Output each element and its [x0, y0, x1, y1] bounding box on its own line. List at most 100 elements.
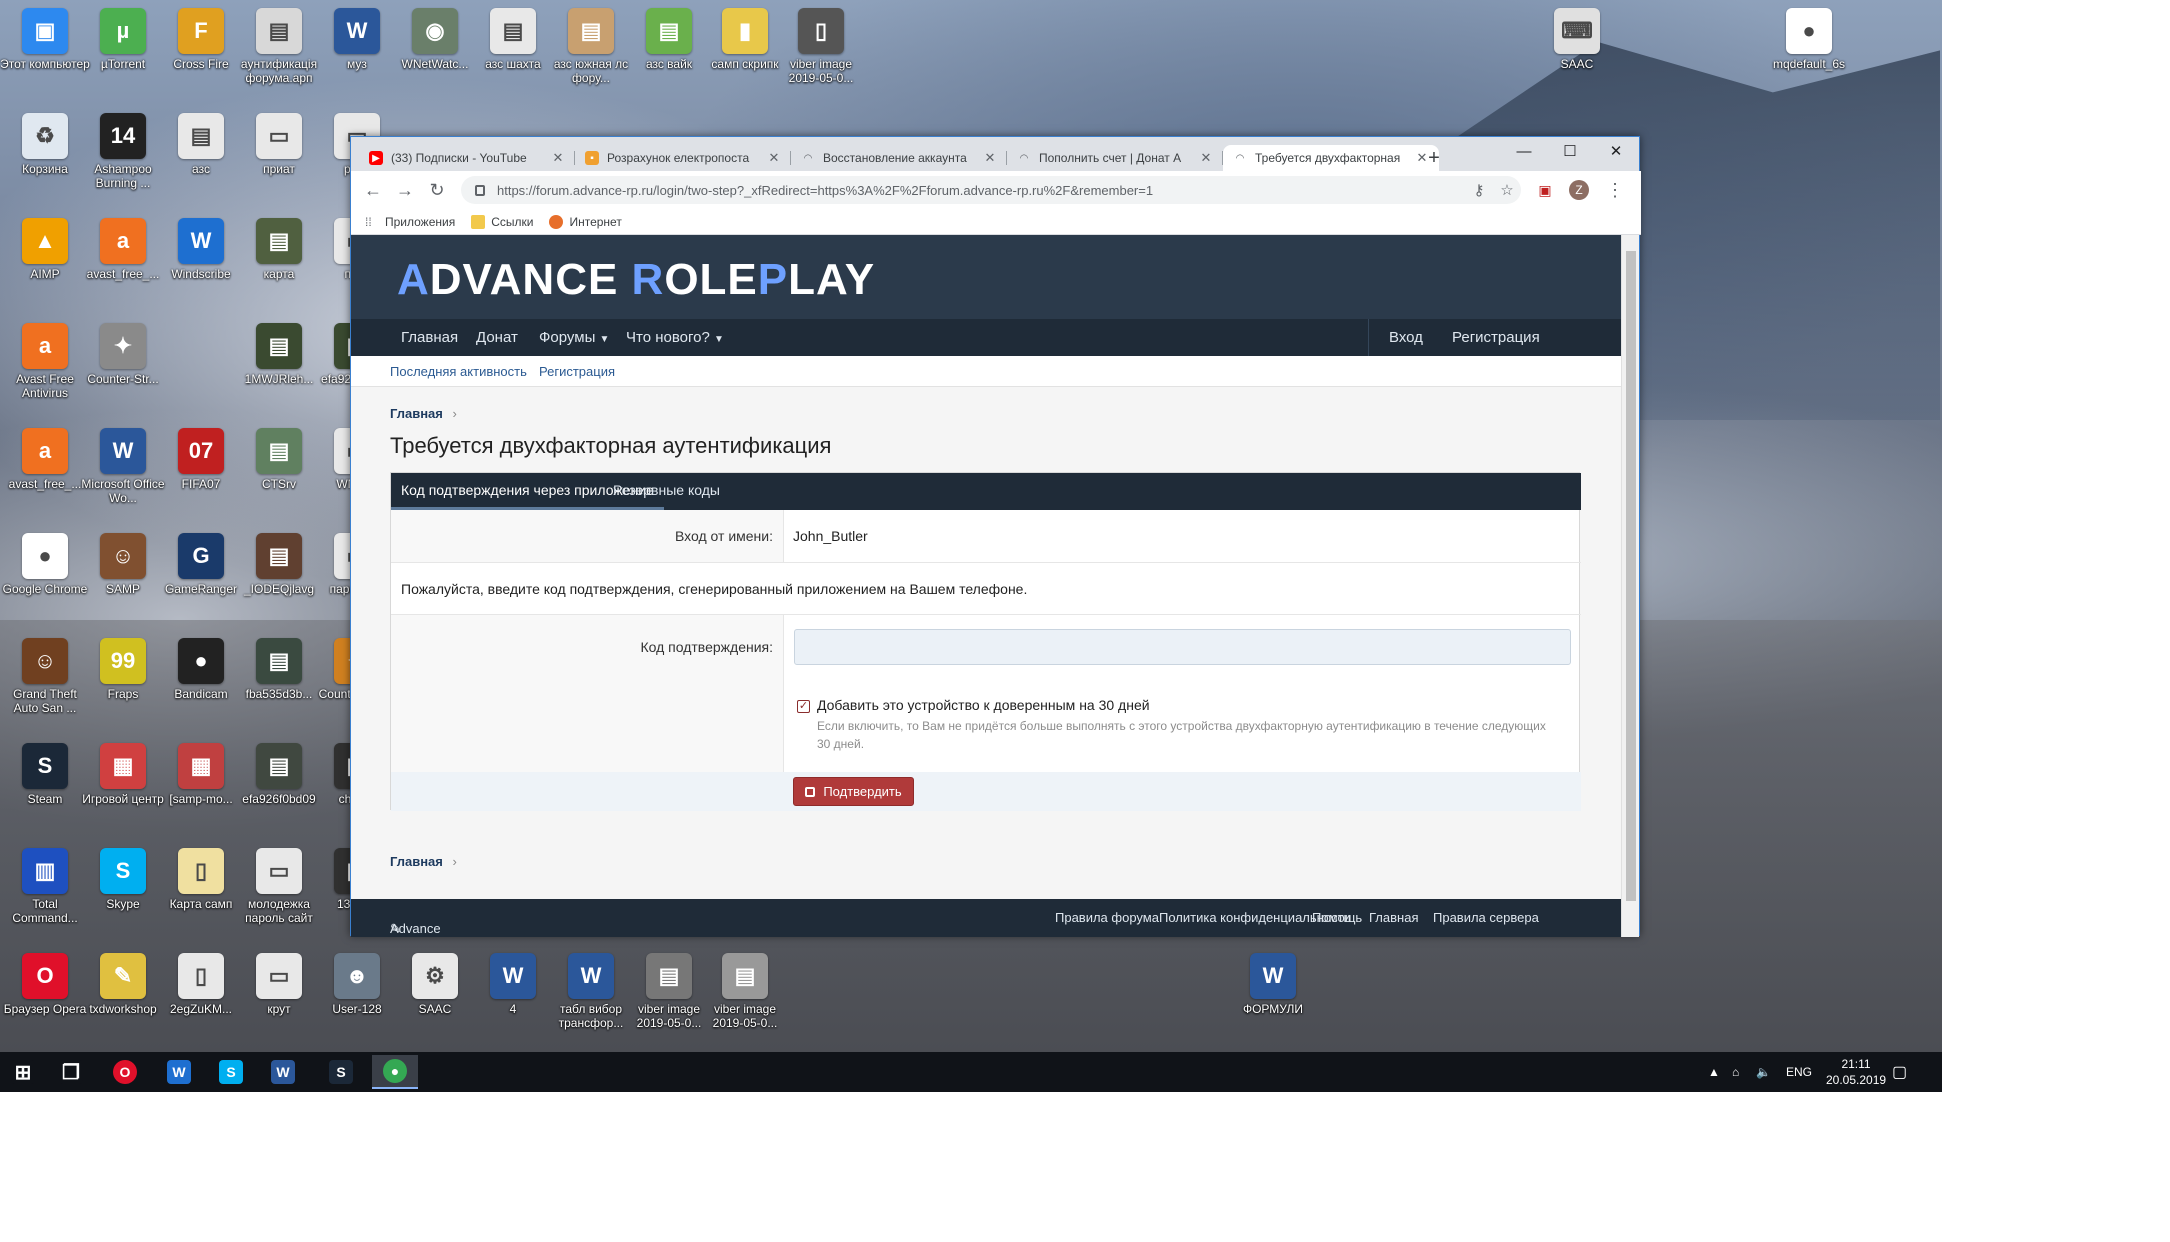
desktop-icon-utorrent[interactable]: µ µTorrent: [78, 8, 168, 71]
volume-icon[interactable]: 🔈: [1756, 1052, 1771, 1092]
desktop-icon-azs[interactable]: ▤ азс: [156, 113, 246, 176]
desktop-icon-this-pc[interactable]: ▣ Этот компьютер: [0, 8, 90, 71]
desktop-icon-ms-office[interactable]: W Microsoft Office Wo...: [78, 428, 168, 505]
desktop-icon-formuli[interactable]: W ФОРМУЛИ: [1228, 953, 1318, 1016]
scrollbar-thumb[interactable]: [1626, 251, 1636, 901]
desktop-icon-user128[interactable]: ☻ User-128: [312, 953, 402, 1016]
desktop-icon-saac-top[interactable]: ⌨ SAAC: [1532, 8, 1622, 71]
desktop-icon-viber-1[interactable]: ▯ viber image 2019-05-0...: [776, 8, 866, 85]
forward-button[interactable]: →: [393, 178, 417, 202]
footer-link-server-rules[interactable]: Правила сервера: [1433, 910, 1539, 925]
footer-link-rules[interactable]: Правила форума: [1055, 910, 1159, 925]
nav-donate[interactable]: Донат: [476, 319, 518, 356]
desktop-icon-avast-antivirus[interactable]: a Avast Free Antivirus: [0, 323, 90, 400]
footer-link-home[interactable]: Главная: [1369, 910, 1418, 925]
tray-expand-icon[interactable]: ▲: [1708, 1052, 1720, 1092]
back-button[interactable]: ←: [361, 178, 385, 202]
taskbar-start[interactable]: ⊞: [0, 1055, 46, 1089]
browser-tab[interactable]: ◠ Требуется двухфакторная ✕: [1223, 145, 1439, 171]
desktop-icon-wnetwatch[interactable]: ◉ WNetWatc...: [390, 8, 480, 71]
minimize-button[interactable]: —: [1501, 137, 1547, 167]
taskbar-task-view[interactable]: ❐: [48, 1055, 94, 1089]
desktop-icon-google-chrome[interactable]: ● Google Chrome: [0, 533, 90, 596]
close-tab-icon[interactable]: ✕: [983, 150, 997, 166]
desktop-icon-recycle[interactable]: ♻ Корзина: [0, 113, 90, 176]
desktop-icon-avast-free-2[interactable]: a avast_free_...: [0, 428, 90, 491]
desktop-icon-avast-free-1[interactable]: a avast_free_...: [78, 218, 168, 281]
desktop-icon-privat[interactable]: ▭ приат: [234, 113, 324, 176]
reload-button[interactable]: ↻: [425, 178, 449, 202]
tab-backup-codes[interactable]: Резервные коды: [603, 473, 730, 510]
network-icon[interactable]: ⌂: [1732, 1052, 1739, 1092]
taskbar-chrome[interactable]: ●: [372, 1055, 418, 1089]
profile-avatar[interactable]: Z: [1569, 180, 1589, 200]
close-window-button[interactable]: ✕: [1593, 137, 1639, 167]
desktop-icon-viber-3[interactable]: ▤ viber image 2019-05-0...: [700, 953, 790, 1030]
subnav-register[interactable]: Регистрация: [539, 364, 615, 379]
extension-icon[interactable]: ▣: [1533, 178, 1557, 202]
desktop-icon-krut[interactable]: ▭ крут: [234, 953, 324, 1016]
desktop-icon-ctsrv[interactable]: ▤ CTSrv: [234, 428, 324, 491]
desktop-icon-gameranger[interactable]: G GameRanger: [156, 533, 246, 596]
bookmark-item[interactable]: ⁞⁞ Приложения: [365, 215, 455, 229]
close-tab-icon[interactable]: ✕: [1199, 150, 1213, 166]
trust-device-checkbox[interactable]: ✓: [797, 700, 810, 713]
subnav-recent-activity[interactable]: Последняя активность: [390, 364, 527, 379]
desktop-icon-total-commander[interactable]: ▥ Total Command...: [0, 848, 90, 925]
code-input[interactable]: [794, 629, 1571, 665]
desktop-icon-karta[interactable]: ▤ карта: [234, 218, 324, 281]
nav-register[interactable]: Регистрация: [1452, 319, 1540, 356]
taskbar-word[interactable]: W: [260, 1055, 306, 1089]
star-icon[interactable]: ☆: [1493, 181, 1521, 199]
desktop-icon-game-center[interactable]: ▦ Игровой центр: [78, 743, 168, 806]
desktop-icon-mqdefault[interactable]: ● mqdefault_6s: [1764, 8, 1854, 71]
close-tab-icon[interactable]: ✕: [767, 150, 781, 166]
close-tab-icon[interactable]: ✕: [551, 150, 565, 166]
page-scrollbar[interactable]: [1621, 235, 1639, 937]
nav-home[interactable]: Главная: [401, 319, 458, 356]
desktop-icon-ashampoo[interactable]: 14 Ashampoo Burning ...: [78, 113, 168, 190]
bookmark-item[interactable]: Ссылки: [471, 214, 533, 229]
address-bar[interactable]: https://forum.advance-rp.ru/login/two-st…: [461, 176, 1521, 204]
desktop-icon-crossfire[interactable]: F Cross Fire: [156, 8, 246, 71]
desktop-icon-skype[interactable]: S Skype: [78, 848, 168, 911]
desktop-icon-azs-shakhta[interactable]: ▤ азс шахта: [468, 8, 558, 71]
nav-whats-new[interactable]: Что нового? ▼: [626, 319, 724, 356]
clock[interactable]: 21:11 20.05.2019: [1826, 1052, 1886, 1092]
desktop-icon-fraps[interactable]: 99 Fraps: [78, 638, 168, 701]
maximize-button[interactable]: ☐: [1547, 137, 1593, 167]
confirm-button[interactable]: Подтвердить: [793, 777, 914, 806]
bookmark-item[interactable]: Интернет: [549, 214, 622, 229]
desktop-icon-samp-mo[interactable]: ▦ [samp-mo...: [156, 743, 246, 806]
forum-logo[interactable]: ADVANCE ROLEPLAY: [397, 255, 875, 305]
notifications-icon[interactable]: ▢: [1892, 1052, 1907, 1092]
desktop-icon-opera[interactable]: O Браузер Opera: [0, 953, 90, 1016]
desktop-icon-gta-sa[interactable]: ☺ Grand Theft Auto San ...: [0, 638, 90, 715]
taskbar-steam[interactable]: S: [318, 1055, 364, 1089]
desktop-icon-bandicam[interactable]: ● Bandicam: [156, 638, 246, 701]
breadcrumb[interactable]: Главная ›: [390, 406, 457, 421]
taskbar-windscribe[interactable]: W: [156, 1055, 202, 1089]
key-icon[interactable]: ⚷: [1465, 181, 1493, 199]
desktop-icon-karta-samp[interactable]: ▯ Карта самп: [156, 848, 246, 911]
nav-forums[interactable]: Форумы ▼: [539, 319, 609, 356]
desktop-icon-fifa07[interactable]: 07 FIFA07: [156, 428, 246, 491]
new-tab-button[interactable]: +: [1423, 147, 1445, 169]
desktop-icon-windscribe[interactable]: W Windscribe: [156, 218, 246, 281]
desktop-icon-zegzukm[interactable]: ▯ 2egZuKM...: [156, 953, 246, 1016]
desktop-icon-auth-forum[interactable]: ▤ аунтификація форума.арп: [234, 8, 324, 85]
taskbar-opera[interactable]: O: [102, 1055, 148, 1089]
desktop-icon-molodezhka[interactable]: ▭ молодежка пароль сайт: [234, 848, 324, 925]
menu-dots-icon[interactable]: ⋮: [1603, 178, 1627, 202]
desktop-icon-tabl[interactable]: Wтабл вибор трансфор...: [546, 953, 636, 1030]
desktop-icon-azs-south[interactable]: ▤ азс южная лс фору...: [546, 8, 636, 85]
browser-tab[interactable]: ◠ Восстановление аккаунта ✕: [791, 145, 1007, 171]
browser-tab[interactable]: ▪ Розрахунок електропоста ✕: [575, 145, 791, 171]
desktop-icon-samp[interactable]: ☺ SAMP: [78, 533, 168, 596]
desktop-icon-efa-2[interactable]: ▤ efa926f0bd09: [234, 743, 324, 806]
desktop-icon-saac-bottom[interactable]: ⚙ SAAC: [390, 953, 480, 1016]
desktop-icon-muz[interactable]: Wмуз: [312, 8, 402, 71]
nav-login[interactable]: Вход: [1389, 319, 1423, 356]
desktop-icon-txdworkshop[interactable]: ✎ txdworkshop: [78, 953, 168, 1016]
taskbar-skype[interactable]: S: [208, 1055, 254, 1089]
